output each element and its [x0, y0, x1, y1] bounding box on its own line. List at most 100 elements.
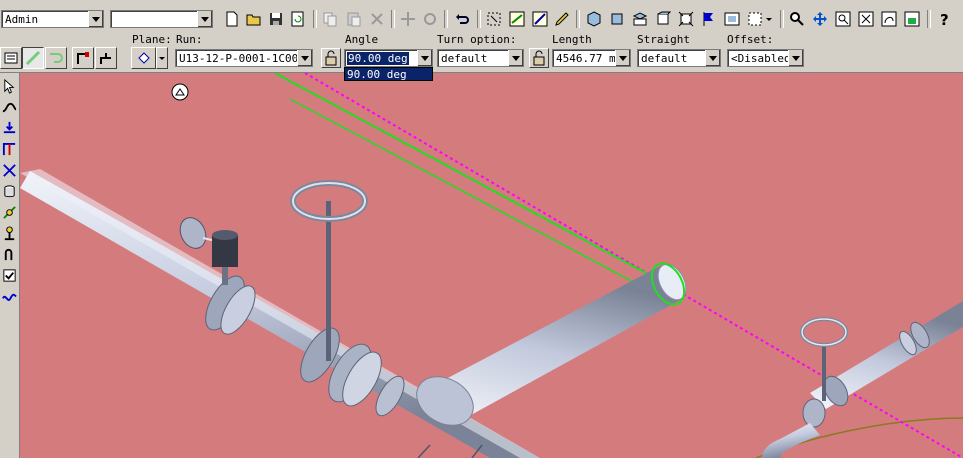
flag-icon [703, 12, 713, 26]
select-tool-button[interactable] [484, 9, 504, 29]
cylinder-tool-button[interactable] [1, 182, 18, 201]
straight-label: Straight [637, 33, 690, 46]
chevron-down-icon[interactable] [788, 50, 803, 66]
move-button[interactable] [398, 9, 418, 29]
insert-split-button[interactable] [1, 203, 18, 222]
chevron-down-icon[interactable] [508, 50, 523, 66]
search-icon [790, 12, 804, 26]
insert-component-button[interactable] [1, 118, 18, 137]
flag-button[interactable] [699, 9, 719, 29]
length-combo[interactable]: 4546.77 mm [552, 49, 631, 67]
insert-icon [3, 121, 16, 134]
fit-icon [678, 11, 694, 27]
run-combo-value: U13-12-P-0001-1C0031 [179, 52, 297, 65]
save-button[interactable] [266, 9, 286, 29]
route-pipe-tool-button[interactable] [1, 98, 18, 117]
folder-open-icon [246, 14, 261, 26]
route-line-upper [274, 73, 669, 286]
chevron-down-icon[interactable] [197, 11, 212, 27]
angle-lock-button[interactable] [321, 48, 341, 68]
measure-tool-button[interactable] [530, 9, 550, 29]
place-support-button[interactable] [1, 224, 18, 243]
orbit-button[interactable] [879, 9, 899, 29]
chevron-down-icon[interactable] [88, 11, 103, 27]
properties-button[interactable] [745, 9, 765, 29]
view-top-button[interactable] [630, 9, 650, 29]
pipe-model-view[interactable] [20, 73, 963, 458]
length-lock-button[interactable] [529, 48, 549, 68]
pan-button[interactable] [810, 9, 830, 29]
toolbar-separator [477, 10, 481, 28]
chevron-down-icon[interactable] [705, 50, 720, 66]
open-button[interactable] [244, 9, 264, 29]
view-side-button[interactable] [653, 9, 673, 29]
filter-combo[interactable] [110, 10, 213, 28]
straight-combo-value: default [641, 52, 688, 65]
far-valve-body[interactable] [802, 398, 826, 428]
undo-button[interactable] [452, 9, 472, 29]
zoom-extents-button[interactable] [856, 9, 876, 29]
branch-icon [2, 142, 16, 156]
model-viewport[interactable] [20, 73, 963, 458]
chevron-down-icon [766, 18, 772, 21]
connect-tool-button[interactable] [1, 161, 18, 180]
offset-combo[interactable]: <Disabled> [727, 49, 804, 67]
insert-fitting-button[interactable] [72, 47, 94, 69]
chevron-down-icon[interactable] [297, 50, 312, 66]
actuator-disk[interactable] [175, 213, 210, 252]
insert-branch-button[interactable] [1, 140, 18, 159]
properties-dropdown-button[interactable] [763, 9, 775, 29]
help-button[interactable]: ? [934, 9, 954, 29]
route-properties-button[interactable] [0, 47, 22, 69]
turn-option-value: default [441, 52, 488, 65]
route-pipe-icon [25, 50, 41, 66]
window-button[interactable] [722, 9, 742, 29]
run-combo[interactable]: U13-12-P-0001-1C0031 [175, 49, 313, 67]
copy-button[interactable] [320, 9, 340, 29]
rotate-button[interactable] [420, 9, 440, 29]
fit-view-button[interactable] [676, 9, 696, 29]
zoom-area-button[interactable] [833, 9, 853, 29]
toolbar-separator [313, 10, 317, 28]
refresh-button[interactable] [288, 9, 308, 29]
chevron-down-icon [159, 57, 165, 60]
close-icon [371, 13, 383, 25]
render-button[interactable] [902, 9, 922, 29]
angle-option[interactable]: 90.00 deg [347, 68, 407, 81]
bend-tool-button[interactable] [1, 245, 18, 264]
plane-button[interactable] [131, 47, 156, 69]
plane-dropdown-button[interactable] [156, 47, 168, 69]
route-tool-button[interactable] [507, 9, 527, 29]
angle-combo-value: 90.00 deg [347, 52, 409, 65]
pointer-tool-button[interactable] [1, 77, 18, 96]
chevron-down-icon[interactable] [417, 50, 432, 66]
turn-icon [50, 53, 63, 63]
paste-button[interactable] [344, 9, 364, 29]
orbit-icon [881, 11, 897, 27]
view-front-button[interactable] [607, 9, 627, 29]
split-icon [3, 206, 16, 219]
refresh-icon [291, 11, 304, 27]
help-icon: ? [940, 11, 949, 27]
view-iso-button[interactable] [584, 9, 604, 29]
straight-combo[interactable]: default [637, 49, 721, 67]
turn-mode-button[interactable] [45, 47, 67, 69]
check-tool-button[interactable] [1, 266, 18, 285]
route-mode-button[interactable] [22, 47, 44, 69]
offset-combo-value: <Disabled> [731, 52, 789, 65]
turn-option-combo[interactable]: default [437, 49, 524, 67]
length-combo-value: 4546.77 mm [556, 52, 616, 65]
angle-combo[interactable]: 90.00 deg [344, 49, 433, 67]
wave-tool-button[interactable] [1, 287, 18, 306]
zoom-button[interactable] [787, 9, 807, 29]
zoom-extents-icon [858, 11, 874, 27]
angle-dropdown-list[interactable]: 90.00 deg [344, 67, 433, 81]
coordinate-triad-icon[interactable] [171, 83, 189, 101]
user-combo[interactable]: Admin [1, 10, 104, 28]
pencil-tool-button[interactable] [552, 9, 572, 29]
chevron-down-icon[interactable] [615, 50, 630, 66]
far-valve-stem [822, 345, 826, 401]
new-file-button[interactable] [222, 9, 242, 29]
branch-button[interactable] [95, 47, 117, 69]
delete-button[interactable] [367, 9, 387, 29]
